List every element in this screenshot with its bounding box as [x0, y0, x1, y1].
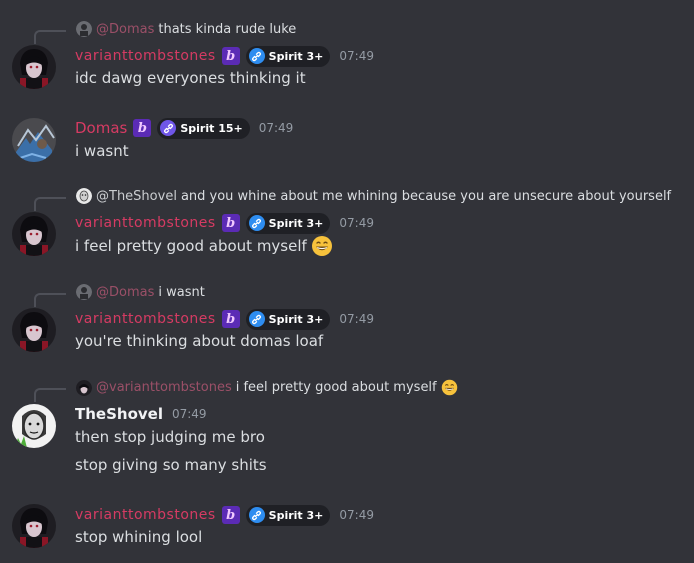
message-text: i feel pretty good about myself [75, 235, 333, 257]
message-line: stop giving so many shits [75, 456, 267, 474]
message-text: you're thinking about domas loaf [75, 332, 323, 350]
spirit-badge[interactable]: Spirit 3+ [245, 45, 331, 67]
reply-author[interactable]: @Domas [96, 22, 154, 37]
link-icon [248, 48, 265, 64]
author-name[interactable]: varianttombstones [75, 311, 216, 327]
author-name[interactable]: varianttombstones [75, 507, 216, 523]
reply-spine [34, 293, 66, 307]
reply-author[interactable]: @Domas [96, 285, 154, 300]
reply-avatar [76, 284, 92, 300]
badge-label: Spirit 3+ [268, 49, 324, 63]
author-name[interactable]: varianttombstones [75, 215, 216, 231]
avatar[interactable] [12, 118, 56, 162]
message-line: stop whining lool [75, 528, 203, 546]
message-header: varianttombstones b Spirit 3+ 07:49 [75, 212, 374, 234]
message-header: varianttombstones b Spirit 3+ 07:49 [75, 504, 374, 526]
timestamp[interactable]: 07:49 [339, 508, 374, 522]
link-icon [248, 507, 265, 523]
reply-content: @varianttombstones i feel pretty good ab… [76, 379, 458, 396]
message-text: stop whining lool [75, 528, 202, 546]
grin-emoji-icon [311, 236, 332, 256]
reply-content: @Domas i wasnt [76, 284, 205, 300]
spirit-badge[interactable]: Spirit 3+ [245, 504, 331, 526]
tag-b-icon[interactable]: b [221, 47, 240, 65]
author-name[interactable]: TheShovel [75, 405, 163, 423]
message-text: i wasnt [75, 142, 129, 160]
tag-b-icon[interactable]: b [221, 506, 240, 524]
reply-text: and you whine about me whining because y… [180, 188, 672, 204]
message-line: idc dawg everyones thinking it [75, 69, 306, 87]
author-name[interactable]: Domas [75, 119, 127, 137]
grin-emoji-icon [441, 379, 457, 396]
message-text: then stop judging me bro [75, 428, 265, 446]
link-icon [248, 215, 265, 231]
badge-label: Spirit 3+ [268, 508, 324, 522]
badge-label: Spirit 3+ [268, 312, 324, 326]
avatar[interactable] [12, 212, 56, 256]
timestamp[interactable]: 07:49 [339, 312, 374, 326]
link-icon [248, 311, 265, 327]
message-header: varianttombstones b Spirit 3+ 07:49 [75, 45, 374, 67]
avatar[interactable] [12, 404, 56, 448]
badge-label: Spirit 3+ [268, 216, 324, 230]
reply-text: i feel pretty good about myself [235, 380, 437, 395]
message-line: then stop judging me bro [75, 428, 265, 446]
reply-content: @TheShovel and you whine about me whinin… [76, 188, 671, 204]
author-name[interactable]: varianttombstones [75, 48, 216, 64]
message-header: TheShovel 07:49 [75, 403, 207, 425]
avatar[interactable] [12, 45, 56, 89]
reply-spine [34, 30, 66, 44]
message-header: Domas b Spirit 15+ 07:49 [75, 117, 293, 139]
tag-b-icon[interactable]: b [221, 310, 240, 328]
spirit-badge[interactable]: Spirit 3+ [245, 308, 331, 330]
message-line: i wasnt [75, 142, 129, 160]
reply-avatar [76, 379, 92, 396]
message-text: stop giving so many shits [75, 456, 267, 474]
link-icon [160, 120, 177, 136]
spirit-badge[interactable]: Spirit 15+ [157, 117, 250, 139]
badge-label: Spirit 15+ [180, 121, 243, 135]
reply-spine [34, 388, 66, 402]
reply-author[interactable]: @TheShovel [96, 189, 177, 204]
message-text: idc dawg everyones thinking it [75, 69, 306, 87]
avatar[interactable] [12, 308, 56, 352]
reply-content: @Domas thats kinda rude luke [76, 21, 296, 37]
reply-author[interactable]: @varianttombstones [96, 380, 232, 395]
reply-text: i wasnt [158, 284, 205, 300]
message-line: you're thinking about domas loaf [75, 332, 324, 350]
reply-spine [34, 197, 66, 211]
reply-text: thats kinda rude luke [158, 21, 297, 37]
timestamp[interactable]: 07:49 [339, 49, 374, 63]
reply-avatar [76, 188, 92, 204]
avatar[interactable] [12, 504, 56, 548]
timestamp[interactable]: 07:49 [172, 407, 207, 421]
message-header: varianttombstones b Spirit 3+ 07:49 [75, 308, 374, 330]
reply-avatar [76, 21, 92, 37]
timestamp[interactable]: 07:49 [259, 121, 294, 135]
tag-b-icon[interactable]: b [221, 214, 240, 232]
timestamp[interactable]: 07:49 [339, 216, 374, 230]
message-line: i feel pretty good about myself [75, 237, 307, 255]
spirit-badge[interactable]: Spirit 3+ [245, 212, 331, 234]
tag-b-icon[interactable]: b [133, 119, 152, 137]
